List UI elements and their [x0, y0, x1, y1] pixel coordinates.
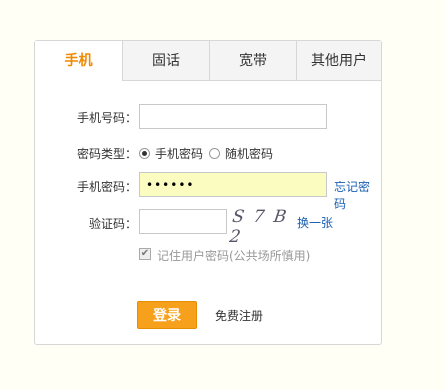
- tab-broadband[interactable]: 宽带: [209, 41, 296, 81]
- password-input[interactable]: [139, 172, 327, 197]
- login-button[interactable]: 登录: [137, 301, 197, 329]
- phone-label: 手机号码：: [76, 111, 137, 125]
- password-label: 手机密码：: [76, 180, 137, 194]
- captcha-image: S 7 B 2: [228, 207, 289, 247]
- captcha-text: S 7 B 2: [228, 207, 290, 247]
- captcha-input[interactable]: [139, 209, 227, 234]
- radio-random-password-label[interactable]: 随机密码: [225, 145, 273, 162]
- tab-mobile[interactable]: 手机: [35, 41, 122, 81]
- forgot-password-link[interactable]: 忘记密码: [334, 178, 381, 212]
- register-link[interactable]: 免费注册: [215, 307, 263, 324]
- refresh-captcha-link[interactable]: 换一张: [297, 214, 333, 231]
- login-panel: 手机 固话 宽带 其他用户 手机号码： 密码类型： 手机密码 随机密码 手机密码…: [34, 40, 382, 345]
- remember-checkbox[interactable]: ✔: [139, 248, 151, 260]
- tab-other-users[interactable]: 其他用户: [296, 41, 381, 81]
- radio-random-password[interactable]: [209, 148, 220, 159]
- captcha-label: 验证码：: [88, 217, 137, 231]
- radio-phone-password[interactable]: [139, 148, 150, 159]
- password-type-label: 密码类型：: [76, 147, 137, 161]
- radio-phone-password-label[interactable]: 手机密码: [155, 145, 203, 162]
- remember-label: 记住用户密码(公共场所慎用): [157, 249, 311, 263]
- tab-landline[interactable]: 固话: [122, 41, 209, 81]
- login-tabs: 手机 固话 宽带 其他用户: [35, 41, 381, 81]
- phone-input[interactable]: [139, 104, 327, 129]
